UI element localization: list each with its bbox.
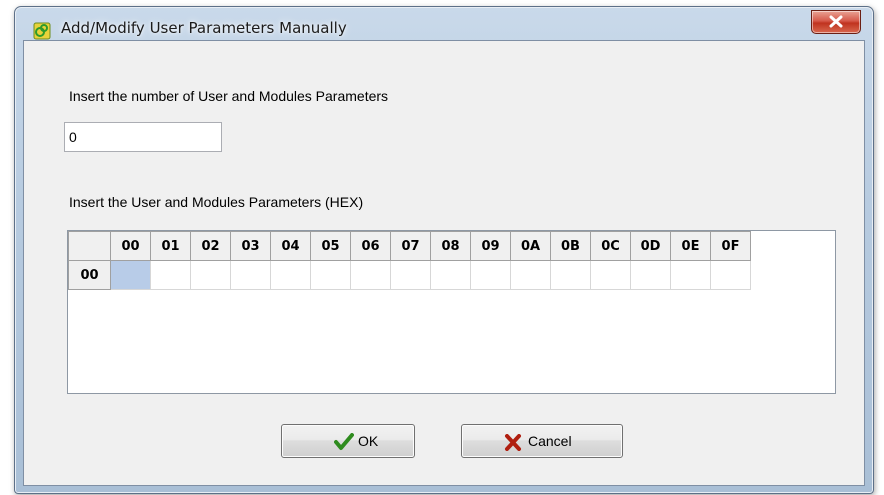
grid-cell[interactable] (590, 260, 631, 290)
grid-cell[interactable] (470, 260, 511, 290)
grid-cell[interactable] (710, 260, 751, 290)
grid-row: 00 (68, 260, 751, 290)
app-cube-icon (33, 22, 51, 40)
grid-cell[interactable] (630, 260, 671, 290)
cancel-button[interactable]: Cancel (461, 424, 623, 458)
grid-cell[interactable] (310, 260, 351, 290)
ok-button[interactable]: OK (281, 424, 415, 458)
grid-cell[interactable] (350, 260, 391, 290)
grid-corner-cell (68, 231, 111, 261)
grid-column-header: 0C (590, 231, 631, 261)
grid-column-header: 0F (710, 231, 751, 261)
grid-column-header: 02 (190, 231, 231, 261)
grid-column-header: 06 (350, 231, 391, 261)
checkmark-icon (334, 433, 354, 454)
grid-cell[interactable] (150, 260, 191, 290)
grid-cell[interactable] (390, 260, 431, 290)
grid-cell[interactable] (670, 260, 711, 290)
grid-column-header: 07 (390, 231, 431, 261)
grid-column-header: 01 (150, 231, 191, 261)
close-button[interactable] (811, 10, 861, 34)
dialog-window: Add/Modify User Parameters Manually Inse… (14, 6, 874, 494)
count-label: Insert the number of User and Modules Pa… (69, 88, 389, 104)
grid-cell[interactable] (270, 260, 311, 290)
parameter-table: 00 01 02 03 04 05 06 07 08 09 0A 0B 0C 0D 0E 0F 00 (68, 231, 751, 290)
grid-column-header: 0E (670, 231, 711, 261)
grid-header-row: 00 01 02 03 04 05 06 07 08 09 0A 0B 0C 0D 0E 0F (68, 231, 751, 261)
parameter-grid[interactable]: 00 01 02 03 04 05 06 07 08 09 0A 0B 0C 0D 0E 0F 00 (67, 230, 836, 394)
dialog-body: Insert the number of User and Modules Pa… (23, 40, 865, 486)
params-label: Insert the User and Modules Parameters (… (69, 194, 364, 210)
window-title: Add/Modify User Parameters Manually (61, 19, 347, 37)
grid-column-header: 04 (270, 231, 311, 261)
x-mark-icon (504, 434, 522, 454)
close-icon (829, 15, 843, 28)
grid-column-header: 03 (230, 231, 271, 261)
grid-cell[interactable] (230, 260, 271, 290)
grid-column-header: 05 (310, 231, 351, 261)
grid-column-header: 09 (470, 231, 511, 261)
grid-column-header: 0A (510, 231, 551, 261)
grid-row-header: 00 (68, 260, 111, 290)
grid-column-header: 0B (550, 231, 591, 261)
grid-cell[interactable] (550, 260, 591, 290)
grid-column-header: 00 (110, 231, 151, 261)
grid-column-header: 0D (630, 231, 671, 261)
grid-cell[interactable] (430, 260, 471, 290)
cancel-label: Cancel (528, 433, 572, 449)
parameter-count-input[interactable]: 0 (64, 122, 222, 152)
grid-cell[interactable] (510, 260, 551, 290)
ok-label: OK (358, 433, 379, 449)
grid-cell[interactable] (110, 260, 151, 290)
grid-cell[interactable] (190, 260, 231, 290)
grid-column-header: 08 (430, 231, 471, 261)
